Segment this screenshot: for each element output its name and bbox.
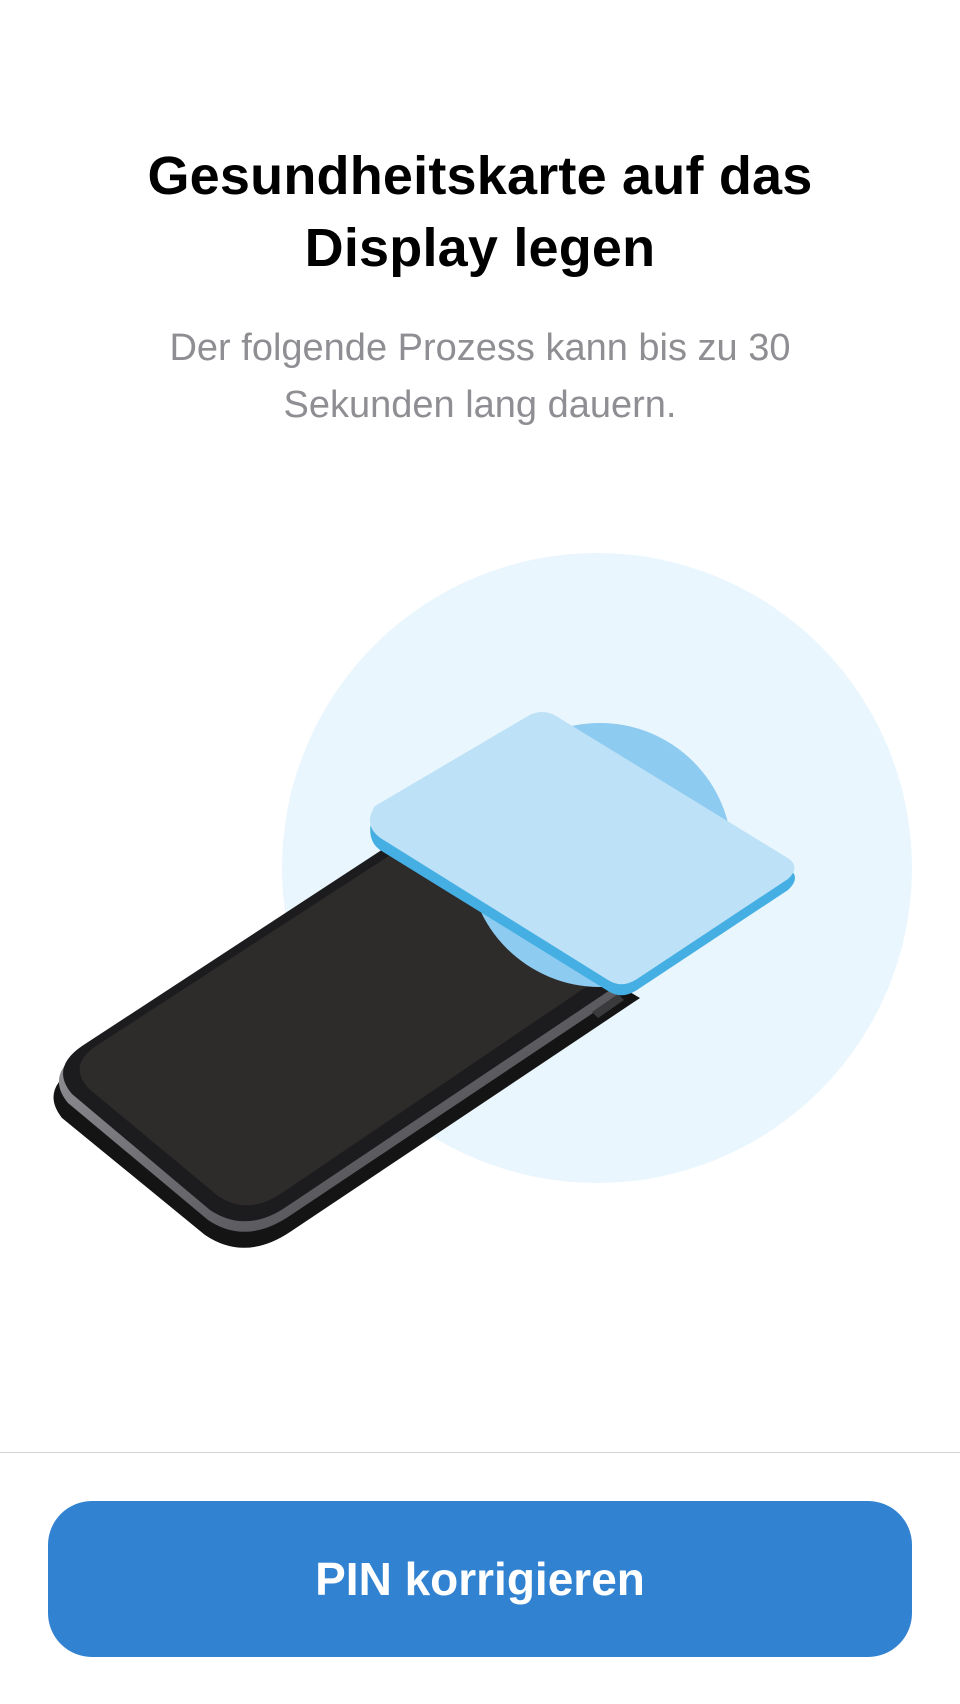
phone-with-card-illustration	[53, 553, 912, 1248]
page-title: Gesundheitskarte auf das Display legen	[147, 146, 813, 278]
footer-divider	[0, 1452, 960, 1453]
page-subtitle: Der folgende Prozess kann bis zu 30 Seku…	[169, 327, 791, 426]
correct-pin-button[interactable]: PIN korrigieren	[48, 1501, 912, 1657]
